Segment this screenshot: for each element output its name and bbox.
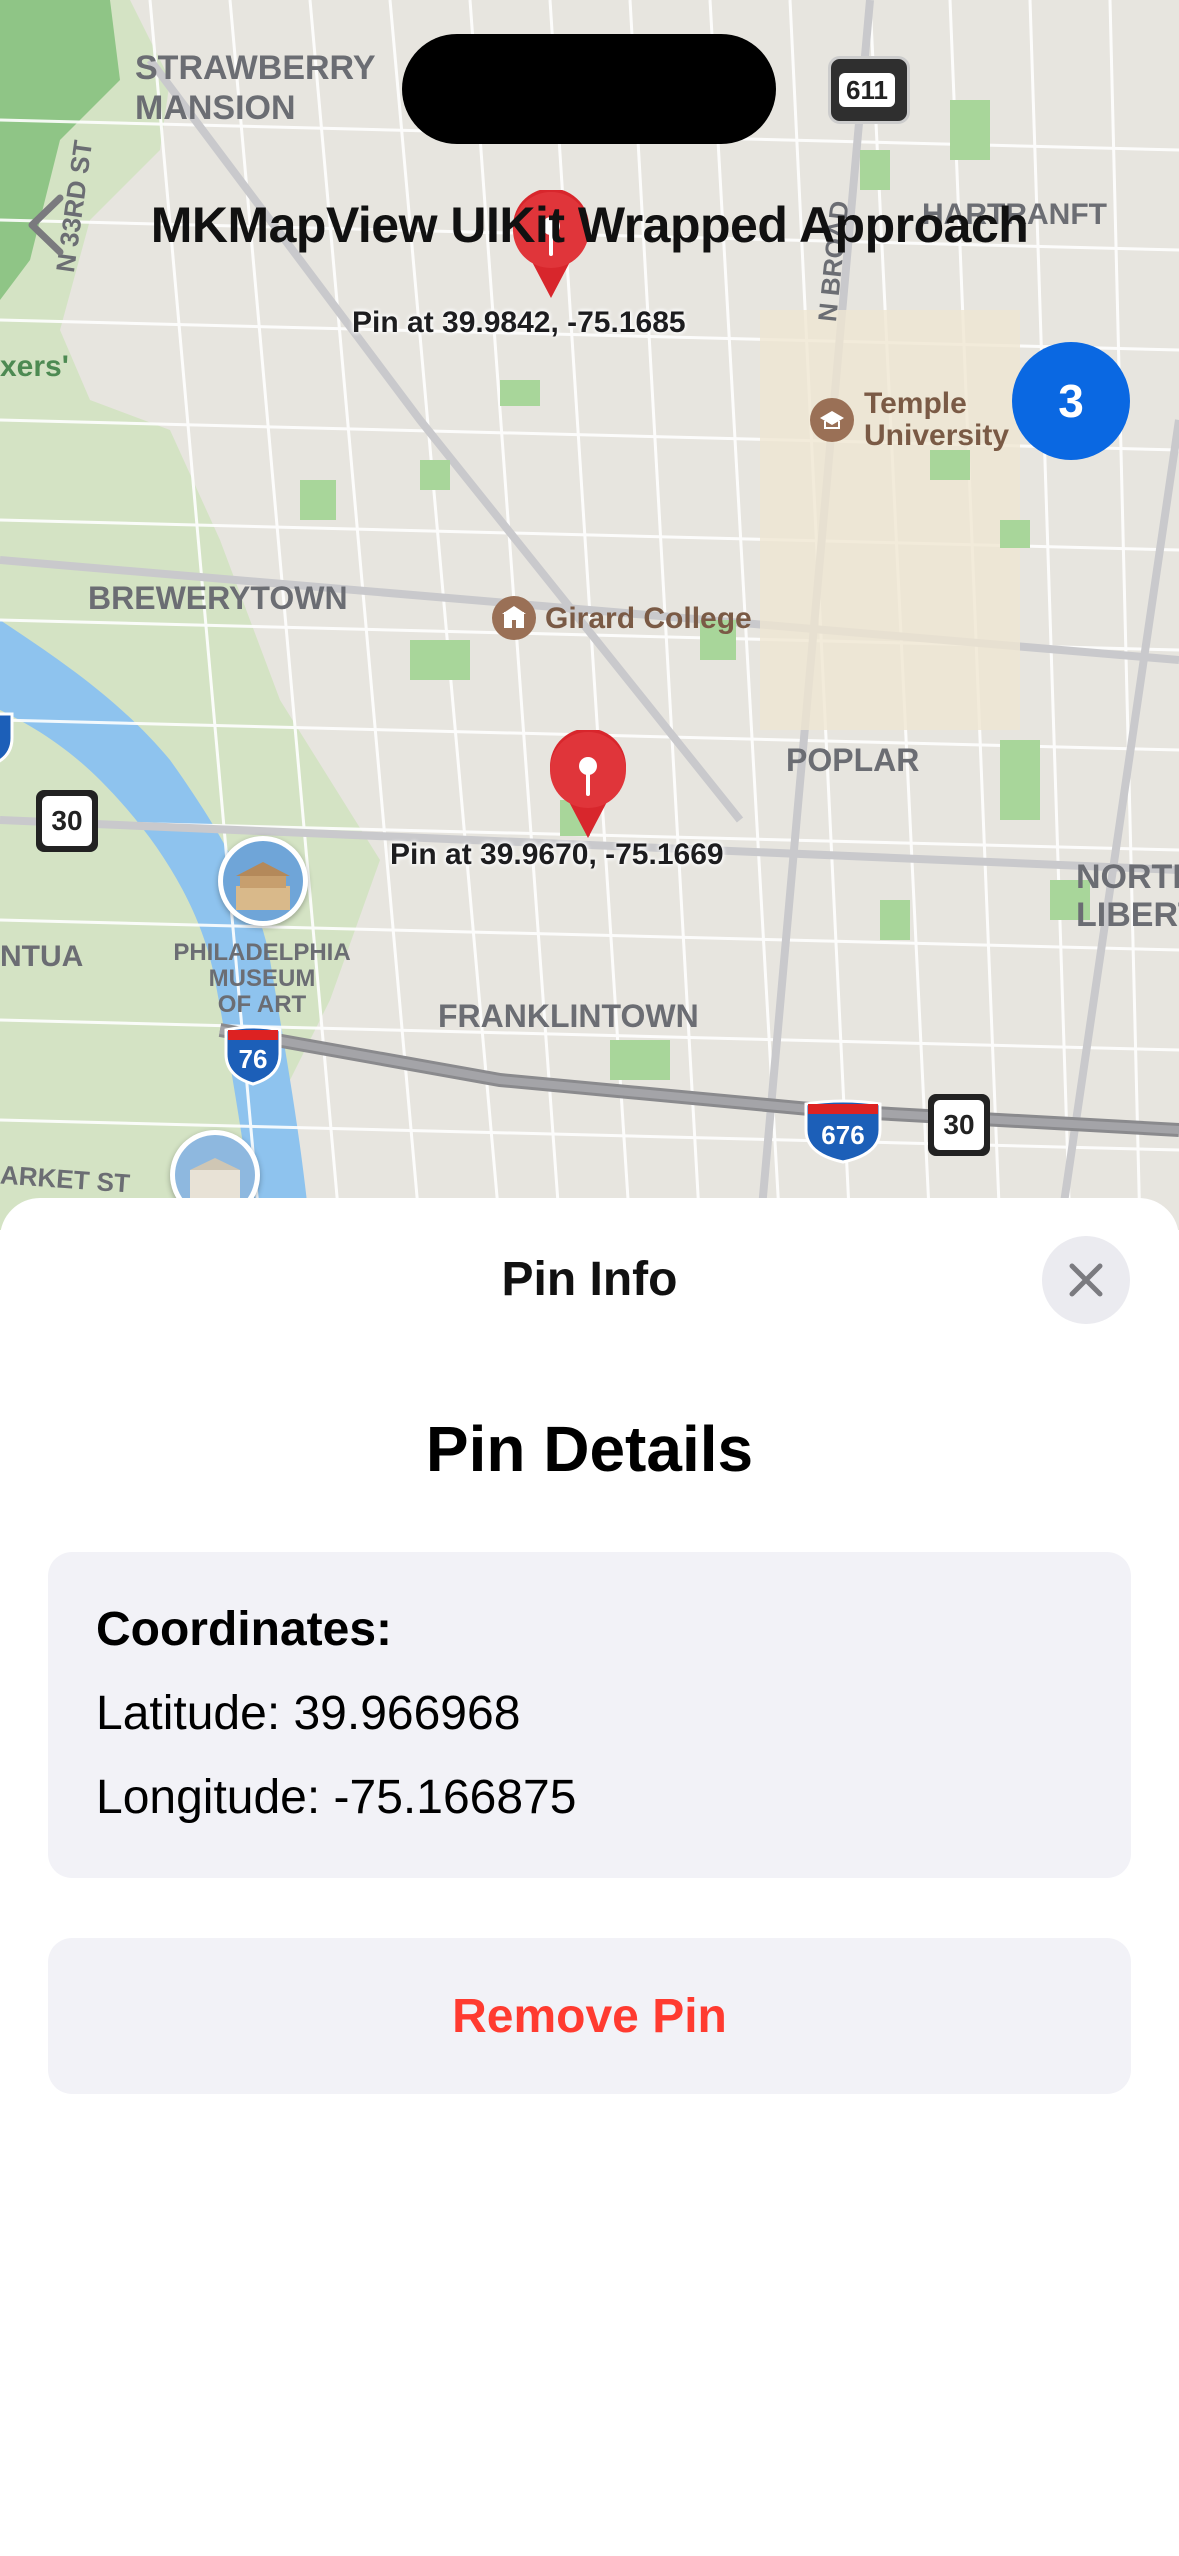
neighborhood-label: NTUA (0, 940, 84, 973)
neighborhood-label: NORTHLIBERT (1076, 858, 1179, 934)
neighborhood-label: xers' (0, 350, 69, 383)
sheet-title: Pin Info (501, 1253, 678, 1306)
pin-marker-icon (550, 730, 626, 838)
close-button[interactable] (1042, 1236, 1130, 1324)
museum-icon[interactable] (218, 836, 308, 926)
university-icon[interactable] (810, 398, 854, 442)
poi-label[interactable]: Temple University (864, 388, 1009, 452)
interstate-shield-icon: 676 (802, 1098, 884, 1164)
pin-label: Pin at 39.9670, -75.1669 (390, 838, 724, 871)
interstate-shield-icon: 76 (222, 1024, 284, 1086)
neighborhood-label: POPLAR (786, 742, 920, 778)
map-view[interactable]: STRAWBERRY MANSION BREWERYTOWN POPLAR FRA… (0, 0, 1179, 1230)
details-heading: Pin Details (425, 1413, 754, 1485)
school-icon[interactable] (492, 596, 536, 640)
interstate-shield-icon (0, 710, 16, 766)
close-icon (1069, 1263, 1103, 1297)
dynamic-island (402, 34, 776, 144)
pin-label: Pin at 39.9842, -75.1685 (352, 306, 686, 339)
neighborhood-label: FRANKLINTOWN (438, 998, 699, 1034)
latitude-value: Latitude: 39.966968 (96, 1687, 521, 1740)
us-route-shield-icon: 30 (928, 1094, 990, 1156)
poi-label[interactable]: Girard College (545, 602, 752, 636)
neighborhood-label: BREWERYTOWN (88, 580, 348, 616)
poi-label[interactable]: PHILADELPHIA MUSEUM OF ART (172, 940, 352, 1018)
nav-title: MKMapView UIKit Wrapped Approach (150, 197, 1029, 253)
longitude-value: Longitude: -75.166875 (96, 1771, 577, 1824)
pin-cluster[interactable]: 3 (1012, 342, 1130, 460)
neighborhood-label: STRAWBERRY MANSION (135, 49, 376, 127)
route-shield-icon: 611 (828, 56, 910, 124)
us-route-shield-icon: 30 (36, 790, 98, 852)
coordinates-label: Coordinates: (96, 1603, 393, 1656)
remove-pin-button[interactable]: Remove Pin (48, 1938, 1131, 2094)
map-pin[interactable] (545, 730, 631, 840)
